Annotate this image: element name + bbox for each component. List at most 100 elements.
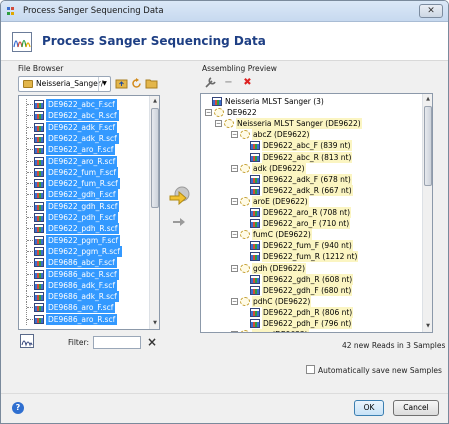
clear-filter-icon[interactable]: × [147, 335, 157, 349]
file-list-item[interactable]: DE9622_adk_R.scf [22, 132, 157, 144]
file-name: DE9686_abc_R.scf [46, 268, 119, 280]
file-list-item[interactable]: DE9622_fum_R.scf [22, 178, 157, 190]
collapse-toggle-icon[interactable]: − [231, 131, 238, 139]
file-name: DE9622_pdh_F.scf [46, 212, 118, 223]
file-list-scrollbar[interactable]: ▲ ▼ [149, 96, 159, 329]
tree-line [26, 110, 34, 122]
collapse-toggle-icon[interactable]: − [231, 331, 238, 332]
preview-scroll-down-icon[interactable]: ▼ [424, 322, 432, 331]
folder-select[interactable]: Neisseria_Sanger/ ▼ [18, 76, 111, 92]
scf-file-icon [34, 190, 44, 200]
view-chromatogram-button[interactable] [20, 334, 34, 348]
file-list-item[interactable]: DE9686_abc_R.scf [22, 268, 157, 280]
file-list-item[interactable]: DE9622_pgm_F.scf [22, 234, 157, 246]
file-name: DE9622_pdh_R.scf [46, 223, 120, 235]
app-icon [7, 7, 14, 15]
scf-file-icon [34, 280, 44, 290]
preview-scroll-up-icon[interactable]: ▲ [424, 95, 432, 104]
filter-input[interactable] [93, 336, 141, 349]
tree-node-label: DE9622_abc_R (813 nt) [262, 151, 353, 163]
tree-node-label: aroE (DE9622) [252, 195, 309, 207]
scf-file-icon [34, 122, 44, 132]
close-button[interactable]: ✕ [419, 4, 443, 18]
file-list-item[interactable]: DE9622_pgm_R.scf [22, 245, 157, 257]
file-list-item[interactable]: DE9622_aro_F.scf [22, 144, 157, 156]
open-folder-button[interactable] [145, 77, 158, 90]
footer-divider [1, 393, 448, 394]
file-list-item[interactable]: DE9622_abc_R.scf [22, 110, 157, 122]
read-icon [250, 174, 260, 184]
scroll-down-icon[interactable]: ▼ [151, 319, 159, 328]
collapse-toggle-icon[interactable]: − [231, 197, 238, 205]
file-name: DE9622_adk_R.scf [46, 132, 119, 144]
file-list-item[interactable]: DE9686_aro_F.scf [22, 302, 157, 314]
file-list[interactable]: DE9622_abc_F.scf DE9622_abc_R.scf DE9622_a… [18, 95, 160, 330]
delete-button[interactable]: ✖ [241, 76, 254, 89]
collapse-toggle-icon[interactable]: − [205, 109, 212, 117]
file-list-item[interactable]: DE9622_gdh_F.scf [22, 189, 157, 201]
tree-node-label: abcZ (DE9622) [252, 129, 311, 141]
tree-line [26, 200, 34, 212]
scf-file-icon [34, 292, 44, 302]
tree-node-label: Neisseria MLST Sanger (3) [225, 97, 324, 106]
tree-node-label: adk (DE9622) [252, 162, 306, 174]
preview-tool-button[interactable] [204, 76, 217, 89]
file-name: DE9622_adk_F.scf [46, 121, 117, 133]
collapse-toggle-icon[interactable]: − [215, 120, 222, 128]
locus-icon [240, 263, 250, 273]
chevron-down-icon[interactable]: ▼ [98, 77, 110, 91]
refresh-button[interactable] [130, 77, 143, 90]
minus-icon: − [224, 77, 233, 88]
tree-line [26, 166, 34, 178]
auto-save-checkbox[interactable] [306, 365, 315, 374]
collapse-button[interactable]: − [222, 76, 235, 89]
file-list-item[interactable]: DE9622_pdh_R.scf [22, 223, 157, 235]
folder-select-value: Neisseria_Sanger/ [36, 79, 104, 88]
scf-file-icon [34, 246, 44, 256]
read-icon [250, 241, 260, 251]
preview-scroll-thumb[interactable] [424, 106, 432, 186]
collapse-toggle-icon[interactable]: − [231, 264, 238, 272]
collapse-toggle-icon[interactable]: − [231, 297, 238, 305]
collapse-toggle-icon[interactable]: − [231, 231, 238, 239]
file-list-item[interactable]: DE9622_abc_F.scf [22, 99, 157, 110]
scroll-thumb[interactable] [151, 108, 159, 208]
scroll-up-icon[interactable]: ▲ [151, 97, 159, 106]
locus-icon [240, 130, 250, 140]
help-icon[interactable]: ? [12, 402, 24, 414]
file-list-item[interactable]: DE9686_abc_F.scf [22, 257, 157, 269]
ok-button[interactable]: OK [354, 400, 384, 416]
tree-line [26, 144, 34, 156]
assembling-preview-tree[interactable]: Neisseria MLST Sanger (3) − DE9622− Neisser… [200, 93, 433, 333]
file-list-item[interactable]: DE9686_adk_R.scf [22, 291, 157, 303]
tree-node-label: DE9622_fum_F (940 nt) [262, 240, 353, 252]
file-list-item[interactable]: DE9622_fum_F.scf [22, 166, 157, 178]
file-list-item[interactable]: DE9686_aro_R.scf [22, 313, 157, 325]
file-list-item[interactable]: DE9622_aro_R.scf [22, 155, 157, 167]
cancel-button[interactable]: Cancel [393, 400, 439, 416]
file-list-item[interactable]: DE9686_adk_F.scf [22, 279, 157, 291]
file-list-item[interactable]: DE9622_gdh_R.scf [22, 200, 157, 212]
tree-line [26, 99, 34, 110]
scf-file-icon [34, 145, 44, 155]
remove-from-preview-icon[interactable] [173, 218, 185, 226]
read-icon [250, 252, 260, 262]
file-name: DE9686_aro_R.scf [46, 313, 118, 325]
file-list-item[interactable]: DE9622_pdh_F.scf [22, 212, 157, 223]
folder-up-button[interactable] [115, 77, 128, 90]
preview-label: Assembling Preview [202, 64, 277, 73]
collapse-toggle-icon[interactable]: − [231, 164, 238, 172]
locus-icon [240, 296, 250, 306]
tree-line [26, 121, 34, 133]
scf-file-icon [34, 167, 44, 177]
file-name: DE9622_abc_R.scf [46, 110, 119, 122]
preview-scrollbar[interactable]: ▲ ▼ [422, 94, 432, 332]
add-to-preview-icon[interactable] [169, 186, 190, 206]
tree-line [26, 223, 34, 235]
scf-file-icon [34, 133, 44, 143]
file-list-item[interactable]: DE9622_adk_F.scf [22, 121, 157, 133]
open-folder-icon [145, 79, 158, 89]
chromatogram-icon [12, 32, 32, 52]
scf-file-icon [34, 269, 44, 279]
file-name: DE9622_aro_F.scf [46, 144, 116, 156]
